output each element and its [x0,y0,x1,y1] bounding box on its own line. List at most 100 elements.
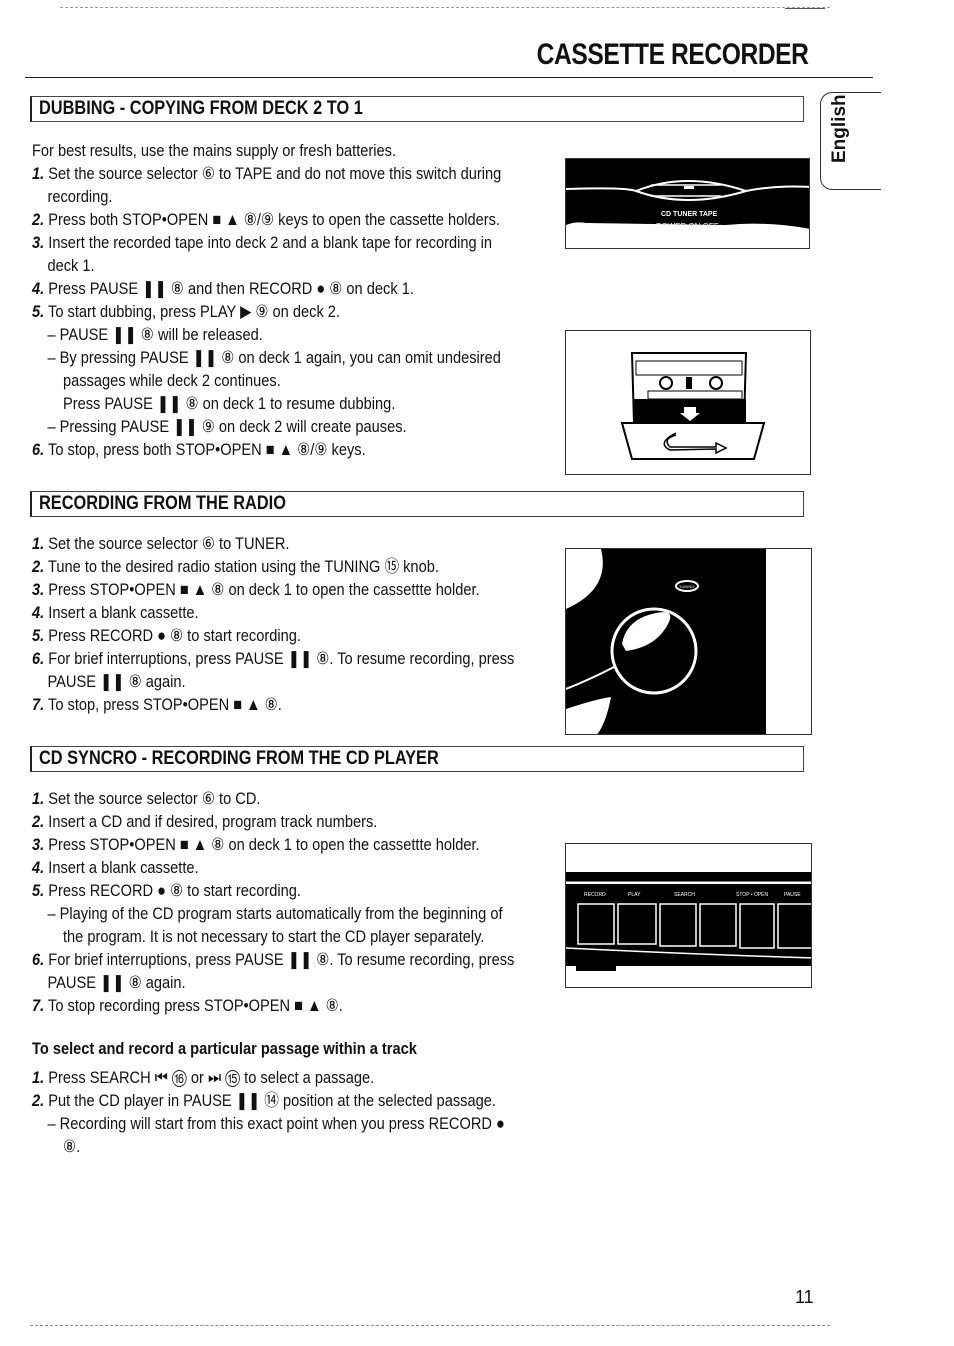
list-item-number: 7. [32,695,45,714]
section-body-dubbing: For best results, use the mains supply o… [32,139,572,461]
list-item-text: Set the source selector ⑥ to CD. [48,789,261,808]
list-item-continuation: – Recording will start from this exact p… [32,1112,504,1135]
list-item: 1. Set the source selector ⑥ to TAPE and… [32,162,501,185]
list-item-continuation: PAUSE ❚❚ ⑧ again. [32,670,496,693]
section-heading-cd-syncro: CD SYNCRO - RECORDING FROM THE CD PLAYER [30,746,804,772]
list-item: 6. To stop, press both STOP•OPEN ■ ▲ ⑧/⑨… [32,438,496,461]
list-item-text: Insert a blank cassette. [48,858,199,877]
source-selector-illustration: CD TUNER TAPE POWER ON OFF [566,159,809,231]
list-item-number: 2. [32,210,45,229]
figure-deck-buttons: RECORD PLAY SEARCH STOP • OPEN PAUSE [565,843,812,988]
list-item: 5. Press RECORD ● ⑧ to start recording. [32,879,496,902]
list-item-text: Insert a blank cassette. [48,603,199,622]
list-item-number: 4. [32,279,45,298]
list-item: 7. To stop recording press STOP•OPEN ■ ▲… [32,994,496,1017]
list-item-text: Set the source selector ⑥ to TAPE and do… [48,164,502,183]
list-item-number: 6. [32,440,45,459]
list-item-text: To stop recording press STOP•OPEN ■ ▲ ⑧. [48,996,343,1015]
figure-cassette-holder [565,330,811,475]
list-item-text: Press STOP•OPEN ■ ▲ ⑧ on deck 1 to open … [48,580,480,599]
list-item-continuation: recording. [32,185,496,208]
section-heading-radio: RECORDING FROM THE RADIO [30,491,804,517]
list-item: 4. Insert a blank cassette. [32,601,496,624]
list-item: 1. Set the source selector ⑥ to TUNER. [32,532,496,555]
list-item-number: 2. [32,557,45,576]
power-label-text: POWER ON OFF [656,222,719,231]
deck-button-label: STOP • OPEN [736,892,769,898]
list-item-text: passages while deck 2 continues. [62,371,281,390]
list-item-continuation: ⑧. [32,1135,496,1158]
list-item-number: 3. [32,835,45,854]
subsection-heading: To select and record a particular passag… [32,1039,417,1058]
deck-button-label: PAUSE [784,892,801,898]
list-item-text: To stop, press both STOP•OPEN ■ ▲ ⑧/⑨ ke… [48,440,366,459]
page-number: 11 [795,1287,814,1307]
list-item-number: 5. [32,626,45,645]
list-item: 3. Insert the recorded tape into deck 2 … [32,231,496,254]
list-item-text: Put the CD player in PAUSE ❚❚ ⑭ position… [48,1091,496,1110]
list-item-number: 1. [32,789,45,808]
figure-source-selector: CD TUNER TAPE POWER ON OFF [565,158,810,249]
list-item-text: Press PAUSE ❚❚ ⑧ and then RECORD ● ⑧ on … [48,279,414,298]
list-item-continuation: – By pressing PAUSE ❚❚ ⑧ on deck 1 again… [32,346,500,369]
deck-buttons-illustration: RECORD PLAY SEARCH STOP • OPEN PAUSE [566,872,811,971]
list-item-text: Press PAUSE ❚❚ ⑧ on deck 1 to resume dub… [62,394,396,413]
list-item-text: For best results, use the mains supply o… [32,141,397,160]
list-item-text: Press STOP•OPEN ■ ▲ ⑧ on deck 1 to open … [48,835,480,854]
list-item-text: Press both STOP•OPEN ■ ▲ ⑧/⑨ keys to ope… [48,210,501,229]
list-item-number: 6. [32,950,45,969]
list-item-continuation: deck 1. [32,254,496,277]
list-item: 1. Set the source selector ⑥ to CD. [32,787,496,810]
list-item-number: 1. [32,534,45,553]
list-item-text: the program. It is not necessary to star… [62,927,485,946]
section-heading-dubbing: DUBBING - COPYING FROM DECK 2 TO 1 [30,96,804,122]
list-item-text: Press RECORD ● ⑧ to start recording. [48,626,301,645]
list-item-text: To stop, press STOP•OPEN ■ ▲ ⑧. [48,695,282,714]
page-title: CASSETTE RECORDER [537,38,809,71]
deck-button-label: RECORD [584,892,606,898]
list-item: 3. Press STOP•OPEN ■ ▲ ⑧ on deck 1 to op… [32,833,496,856]
list-item-text: To start dubbing, press PLAY ▶ ⑨ on deck… [48,302,341,321]
list-item-text: – Pressing PAUSE ❚❚ ⑨ on deck 2 will cre… [47,417,407,436]
list-item: 6. For brief interruptions, press PAUSE … [32,948,514,971]
list-item-text: Tune to the desired radio station using … [48,557,439,576]
deck-button-label: PLAY [628,892,641,898]
list-item-number: 5. [32,302,45,321]
list-item-text: – Recording will start from this exact p… [47,1114,505,1133]
list-item-number: 3. [32,233,45,252]
figure-tuning-knob: TUNING [565,548,812,735]
list-item-number: 6. [32,649,45,668]
list-item-continuation: passages while deck 2 continues. [32,369,496,392]
list-item-text: Press RECORD ● ⑧ to start recording. [48,881,301,900]
section-heading-text: DUBBING - COPYING FROM DECK 2 TO 1 [39,98,363,119]
cassette-holder-illustration [620,352,766,460]
deck-button-label: SEARCH [674,892,695,898]
list-item-continuation: Press PAUSE ❚❚ ⑧ on deck 1 to resume dub… [32,392,496,415]
list-item-number: 1. [32,164,45,183]
list-item: 4. Insert a blank cassette. [32,856,496,879]
language-tab: English [820,92,881,190]
list-item: 7. To stop, press STOP•OPEN ■ ▲ ⑧. [32,693,496,716]
list-item: 2. Tune to the desired radio station usi… [32,555,496,578]
list-item-number: 4. [32,858,45,877]
section-body-cd-syncro: 1. Set the source selector ⑥ to CD. 2. In… [32,787,572,1017]
list-item-continuation: – Pressing PAUSE ❚❚ ⑨ on deck 2 will cre… [32,415,496,438]
list-item-text: Insert a CD and if desired, program trac… [48,812,378,831]
tuning-label-text: TUNING [679,584,694,589]
section-heading-text: RECORDING FROM THE RADIO [39,493,286,514]
section-body-radio: 1. Set the source selector ⑥ to TUNER. 2.… [32,532,572,716]
list-item: 5. To start dubbing, press PLAY ▶ ⑨ on d… [32,300,496,323]
list-item-text: ⑧. [62,1137,81,1156]
list-item: 5. Press RECORD ● ⑧ to start recording. [32,624,496,647]
list-item-text: – By pressing PAUSE ❚❚ ⑧ on deck 1 again… [47,348,501,367]
list-item-continuation: – PAUSE ❚❚ ⑧ will be released. [32,323,496,346]
title-rule [25,77,873,78]
selector-label-text: CD TUNER TAPE [661,211,718,218]
list-item-number: 2. [32,812,45,831]
list-item: 6. For brief interruptions, press PAUSE … [32,647,514,670]
list-item-number: 1. [32,1068,45,1087]
list-item-number: 3. [32,580,45,599]
list-item-number: 2. [32,1091,45,1110]
list-item: 4. Press PAUSE ❚❚ ⑧ and then RECORD ● ⑧ … [32,277,496,300]
list-item-text: For brief interruptions, press PAUSE ❚❚ … [48,950,515,969]
